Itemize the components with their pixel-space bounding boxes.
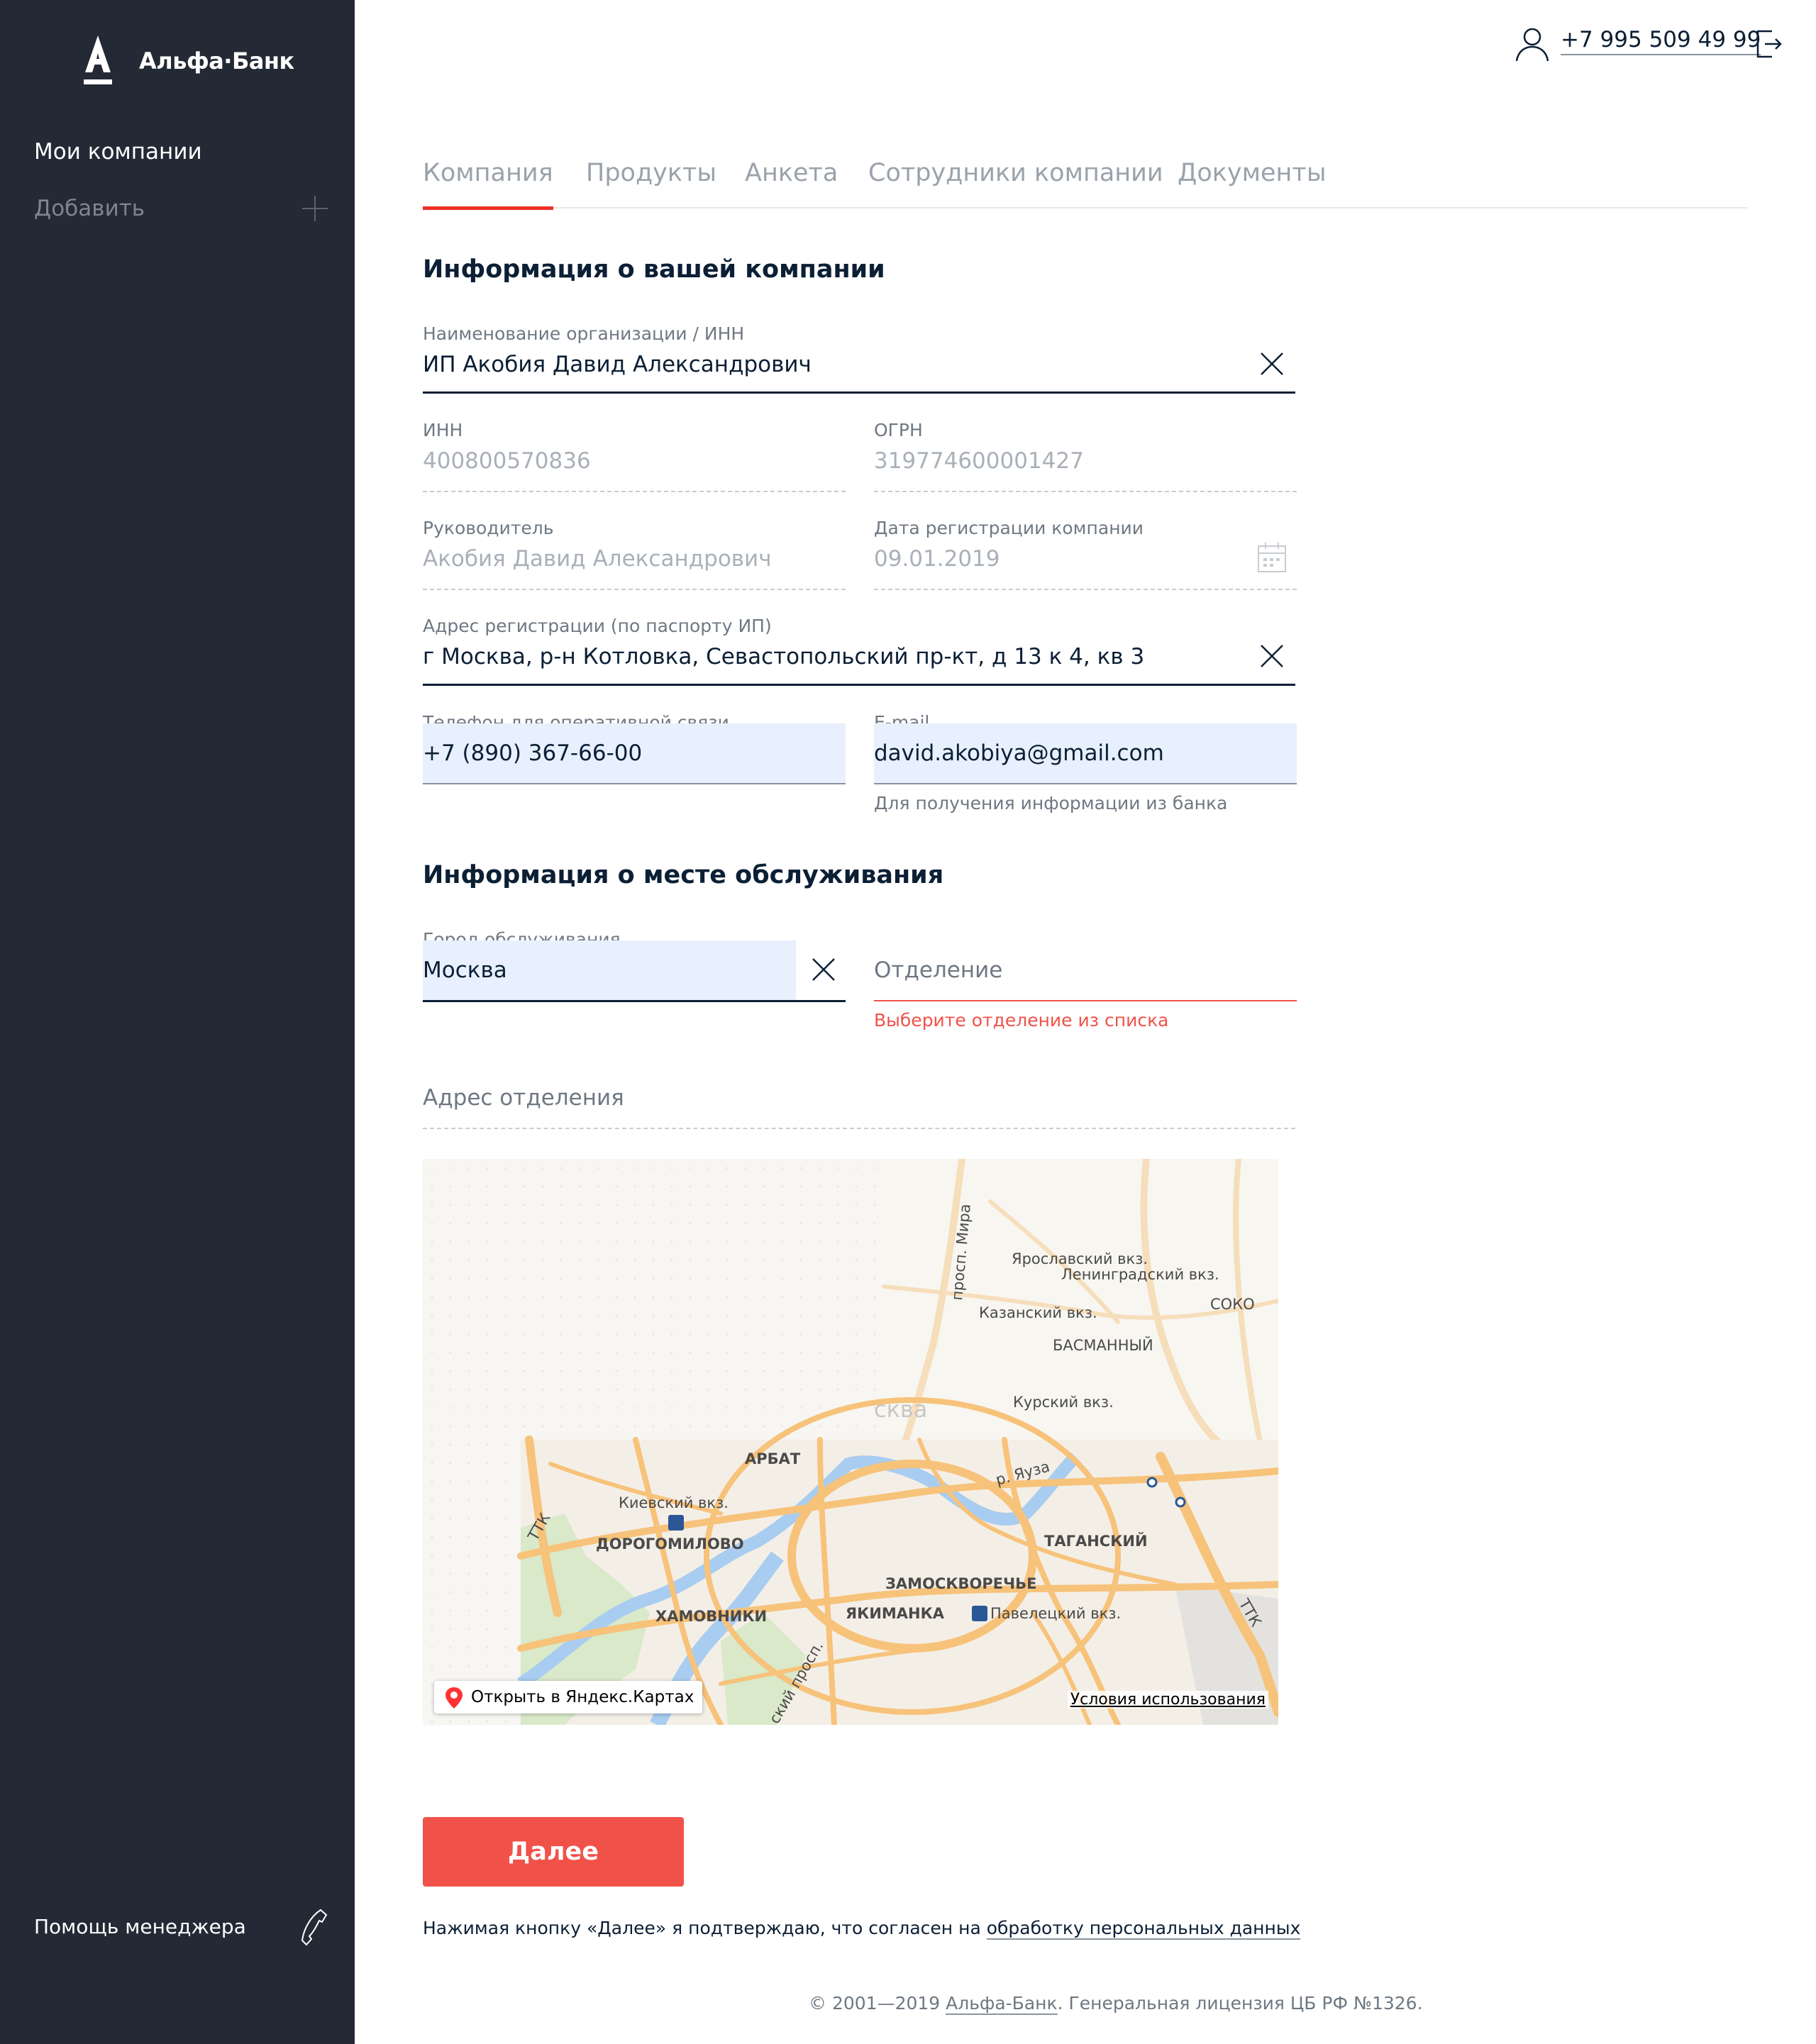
reg-date-label: Дата регистрации компании bbox=[874, 518, 1144, 538]
branch-field[interactable]: Отделение bbox=[874, 929, 1297, 1003]
ogrn-value: 319774600001427 bbox=[874, 448, 1084, 474]
head-field: Руководитель Акобия Давид Александрович bbox=[423, 518, 846, 591]
sidebar-item-add[interactable]: Добавить bbox=[34, 196, 145, 221]
metro-station-icon bbox=[1146, 1477, 1158, 1488]
branch-address-field: Адрес отделения bbox=[423, 1085, 1295, 1131]
alfa-logo-icon bbox=[84, 35, 112, 84]
open-in-yandex-maps-button[interactable]: Открыть в Яндекс.Картах bbox=[434, 1681, 703, 1713]
inn-underline bbox=[423, 491, 846, 492]
inn-label: ИНН bbox=[423, 420, 463, 440]
map-label-sokol: СОКО bbox=[1210, 1296, 1255, 1313]
rail-station-icon bbox=[972, 1606, 987, 1621]
map-terms-link[interactable]: Условия использования bbox=[1067, 1691, 1268, 1709]
city-underline bbox=[423, 1000, 846, 1002]
sidebar: Альфа·Банк Мои компании Добавить Помощь … bbox=[0, 0, 355, 2044]
consent-text: Нажимая кнопку «Далее» я подтверждаю, чт… bbox=[423, 1918, 1301, 1940]
consent-prefix: Нажимая кнопку «Далее» я подтверждаю, чт… bbox=[423, 1918, 987, 1938]
phone-value[interactable]: +7 (890) 367-66-00 bbox=[423, 740, 642, 766]
map-label-moskva: сква bbox=[874, 1396, 927, 1423]
map-label-kievsky: Киевский вкз. bbox=[619, 1494, 729, 1511]
map-label-arbat: АРБАТ bbox=[745, 1450, 801, 1467]
branch-underline bbox=[874, 1000, 1297, 1001]
email-value[interactable]: david.akobiya@gmail.com bbox=[874, 740, 1164, 766]
personal-data-link[interactable]: обработку персональных данных bbox=[986, 1918, 1301, 1940]
clear-icon[interactable] bbox=[1260, 644, 1284, 668]
brand-name: Альфа·Банк bbox=[139, 48, 294, 74]
plus-icon[interactable] bbox=[301, 194, 329, 223]
branch-address-placeholder: Адрес отделения bbox=[423, 1085, 624, 1111]
company-section-title: Информация о вашей компании bbox=[423, 255, 885, 284]
map-label-khamovniki: ХАМОВНИКИ bbox=[655, 1608, 767, 1625]
map-pin-icon bbox=[445, 1687, 463, 1709]
map-label-kazansky: Казанский вкз. bbox=[979, 1304, 1097, 1321]
tab-company[interactable]: Компания bbox=[423, 159, 553, 210]
tab-bar: Компания Продукты Анкета Сотрудники комп… bbox=[423, 159, 1748, 210]
ogrn-field: ОГРН 319774600001427 bbox=[874, 420, 1297, 494]
inn-value: 400800570836 bbox=[423, 448, 591, 474]
rail-station-icon bbox=[668, 1515, 684, 1531]
ogrn-label: ОГРН bbox=[874, 420, 923, 440]
map-label-dorogomilovo: ДОРОГОМИЛОВО bbox=[596, 1535, 744, 1553]
logout-icon[interactable] bbox=[1755, 28, 1783, 60]
tab-questionnaire[interactable]: Анкета bbox=[745, 159, 838, 209]
head-underline bbox=[423, 589, 846, 590]
tab-employees[interactable]: Сотрудники компании bbox=[868, 159, 1163, 209]
yandex-map[interactable]: просп. Мира Ярославский вкз. Ленинградск… bbox=[423, 1159, 1278, 1725]
branch-address-underline bbox=[423, 1128, 1295, 1129]
map-label-kursky: Курский вкз. bbox=[1013, 1394, 1114, 1411]
address-label: Адрес регистрации (по паспорту ИП) bbox=[423, 616, 772, 636]
footer-alfa-bank-link[interactable]: Альфа-Банк bbox=[946, 1993, 1058, 2015]
footer-suffix: . Генеральная лицензия ЦБ РФ №1326. bbox=[1057, 1993, 1423, 2014]
map-label-leningradsky: Ленинградский вкз. bbox=[1061, 1266, 1219, 1283]
head-label: Руководитель bbox=[423, 518, 554, 538]
header-phone-link[interactable]: +7 995 509 49 99 bbox=[1561, 27, 1761, 55]
org-name-value[interactable]: ИП Акобия Давид Александрович bbox=[423, 352, 812, 377]
map-label-tagansky: ТАГАНСКИЙ bbox=[1044, 1532, 1148, 1550]
city-value[interactable]: Москва bbox=[423, 957, 507, 983]
email-underline bbox=[874, 783, 1297, 784]
org-name-field[interactable]: Наименование организации / ИНН ИП Акобия… bbox=[423, 323, 1295, 394]
map-label-yaroslavsky: Ярославский вкз. bbox=[1012, 1250, 1148, 1267]
calendar-icon bbox=[1258, 543, 1286, 572]
sidebar-item-my-companies[interactable]: Мои компании bbox=[34, 139, 202, 165]
phone-underline bbox=[423, 783, 846, 784]
service-section-title: Информация о месте обслуживания bbox=[423, 861, 944, 889]
map-tiles: просп. Мира Ярославский вкз. Ленинградск… bbox=[423, 1159, 1278, 1725]
email-field[interactable]: E-mail david.akobiya@gmail.com bbox=[874, 712, 1297, 786]
reg-date-underline bbox=[874, 589, 1297, 590]
ogrn-underline bbox=[874, 491, 1297, 492]
alfa-bank-logo[interactable]: Альфа·Банк bbox=[81, 35, 294, 87]
open-in-yandex-maps-label: Открыть в Яндекс.Картах bbox=[471, 1688, 694, 1706]
map-label-basmanny: БАСМАННЫЙ bbox=[1053, 1336, 1153, 1354]
branch-error: Выберите отделение из списка bbox=[874, 1010, 1169, 1031]
metro-station-icon bbox=[1175, 1496, 1186, 1508]
user-icon[interactable] bbox=[1514, 26, 1551, 62]
org-name-label: Наименование организации / ИНН bbox=[423, 323, 745, 344]
phone-field[interactable]: Телефон для оперативной связи +7 (890) 3… bbox=[423, 712, 846, 786]
org-name-underline bbox=[423, 391, 1295, 394]
footer-prefix: © 2001—2019 bbox=[809, 1993, 946, 2014]
address-field[interactable]: Адрес регистрации (по паспорту ИП) г Мос… bbox=[423, 616, 1295, 687]
phone-icon[interactable] bbox=[301, 1908, 331, 1946]
map-label-paveletsky: Павелецкий вкз. bbox=[990, 1605, 1121, 1622]
reg-date-value: 09.01.2019 bbox=[874, 546, 1000, 572]
manager-help-link[interactable]: Помощь менеджера bbox=[34, 1915, 246, 1938]
reg-date-field: Дата регистрации компании 09.01.2019 bbox=[874, 518, 1297, 591]
inn-field: ИНН 400800570836 bbox=[423, 420, 846, 494]
city-field[interactable]: Город обслуживания Москва bbox=[423, 929, 846, 1003]
tab-documents[interactable]: Документы bbox=[1178, 159, 1326, 209]
map-label-yakimanka: ЯКИМАНКА bbox=[846, 1605, 945, 1622]
clear-icon[interactable] bbox=[812, 957, 836, 982]
branch-placeholder[interactable]: Отделение bbox=[874, 957, 1002, 983]
email-hint: Для получения информации из банка bbox=[874, 793, 1228, 813]
address-value[interactable]: г Москва, р-н Котловка, Севастопольский … bbox=[423, 644, 1144, 670]
next-button[interactable]: Далее bbox=[423, 1817, 684, 1887]
clear-icon[interactable] bbox=[1260, 352, 1284, 376]
head-value: Акобия Давид Александрович bbox=[423, 546, 772, 572]
footer: © 2001—2019 Альфа-Банк. Генеральная лице… bbox=[809, 1993, 1423, 2015]
map-label-zamoskvorechye: ЗАМОСКВОРЕЧЬЕ bbox=[885, 1575, 1036, 1592]
address-underline bbox=[423, 684, 1295, 686]
tab-products[interactable]: Продукты bbox=[586, 159, 716, 209]
